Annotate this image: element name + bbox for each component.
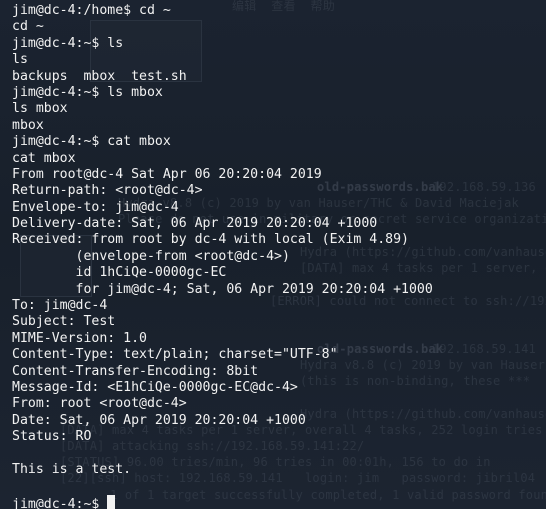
terminal-line: Message-Id: <E1hCiQe-0000gc-EC@dc-4> xyxy=(12,379,298,395)
terminal-line: jim@dc-4:~$ ls mbox xyxy=(12,84,163,100)
terminal-line: jim@dc-4:~$ cat mbox xyxy=(12,134,171,150)
terminal-line: From root@dc-4 Sat Apr 06 20:20:04 2019 xyxy=(12,166,322,182)
terminal-line: Delivery-date: Sat, 06 Apr 2019 20:20:04… xyxy=(12,216,378,232)
terminal-line: From: root <root@dc-4> xyxy=(12,396,187,412)
terminal-window[interactable]: 编辑 查看 帮助 old-passwords.bak 192.168.59.13… xyxy=(0,0,546,509)
terminal-line: (envelope-from <root@dc-4>) xyxy=(12,248,290,264)
terminal-line: backups mbox test.sh xyxy=(12,68,187,84)
terminal-line: ls xyxy=(12,52,28,68)
terminal-prompt-line[interactable]: jim@dc-4:~$ xyxy=(12,494,546,509)
terminal-line: mbox xyxy=(12,117,44,133)
terminal-line: Subject: Test xyxy=(12,314,116,330)
terminal-line: jim@dc-4:~$ ls xyxy=(12,35,124,51)
terminal-line: cat mbox xyxy=(12,150,76,166)
terminal-line: Content-Type: text/plain; charset="UTF-8… xyxy=(12,347,338,363)
terminal-line: for jim@dc-4; Sat, 06 Apr 2019 20:20:04 … xyxy=(12,281,433,297)
terminal-line: Content-Transfer-Encoding: 8bit xyxy=(12,363,259,379)
terminal-line: Return-path: <root@dc-4> xyxy=(12,183,203,199)
terminal-line: jim@dc-4:/home$ cd ~ xyxy=(12,3,171,18)
terminal-line: id 1hCiQe-0000gc-EC xyxy=(12,265,227,281)
terminal-line: This is a test. xyxy=(12,461,132,477)
text-cursor xyxy=(107,494,116,509)
terminal-line: ls mbox xyxy=(12,101,68,117)
terminal-line: MIME-Version: 1.0 xyxy=(12,330,147,346)
terminal-line: Date: Sat, 06 Apr 2019 20:20:04 +1000 xyxy=(12,412,306,428)
terminal-line: Received: from root by dc-4 with local (… xyxy=(12,232,409,248)
terminal-output: jim@dc-4:/home$ cd ~ cd ~ jim@dc-4:~$ ls… xyxy=(12,3,546,509)
terminal-line: Envelope-to: jim@dc-4 xyxy=(12,199,179,215)
terminal-line: Status: RO xyxy=(12,429,92,445)
shell-prompt: jim@dc-4:~$ xyxy=(12,496,100,509)
terminal-line: cd ~ xyxy=(12,19,44,35)
terminal-line: To: jim@dc-4 xyxy=(12,298,108,314)
